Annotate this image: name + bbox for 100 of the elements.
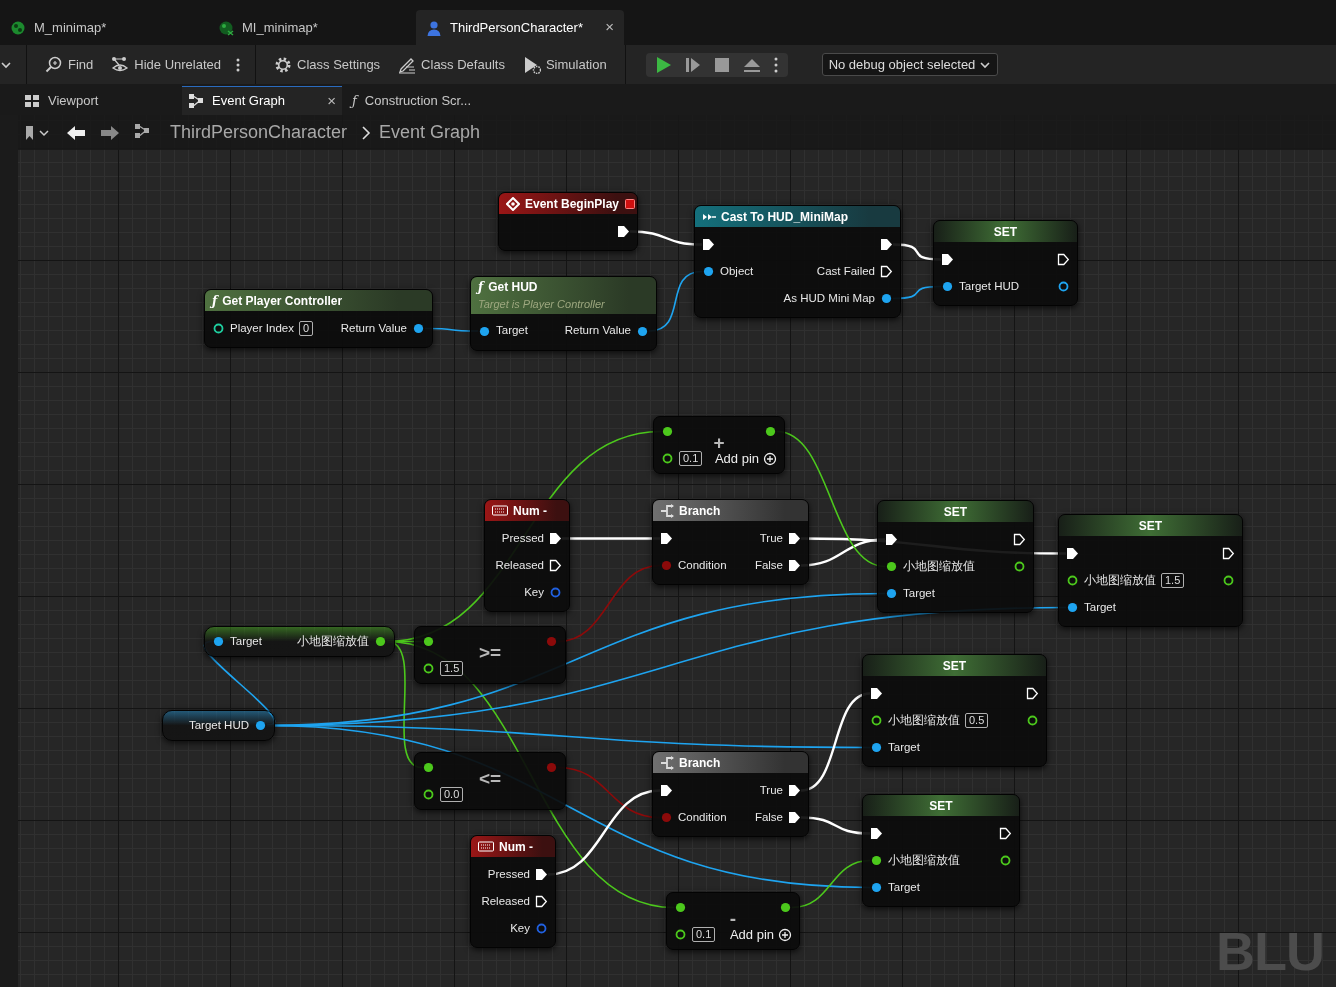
data-pin-icon[interactable] bbox=[1066, 601, 1079, 614]
debug-select[interactable]: No debug object selected bbox=[821, 52, 999, 77]
exec-pin-icon[interactable] bbox=[1013, 533, 1026, 546]
pin-label: 小地图缩放值 bbox=[888, 712, 960, 728]
stop-icon[interactable] bbox=[712, 55, 731, 74]
toolbar-button[interactable]: Simulation bbox=[518, 52, 611, 77]
data-pin-icon[interactable] bbox=[422, 662, 435, 675]
toolbar-button[interactable]: Class Settings bbox=[270, 52, 385, 77]
exec-pin-icon[interactable] bbox=[1026, 687, 1039, 700]
data-pin-icon[interactable] bbox=[870, 741, 883, 754]
exec-pin-icon[interactable] bbox=[1222, 547, 1235, 560]
play-icon[interactable] bbox=[654, 55, 673, 74]
value-field[interactable]: 1.5 bbox=[440, 661, 464, 676]
corner-label: BLU bbox=[1216, 920, 1324, 983]
file-tab[interactable]: ThirdPersonCharacter* × bbox=[416, 10, 624, 45]
pin-label: Pressed bbox=[487, 866, 530, 882]
exec-pin-icon[interactable] bbox=[880, 238, 893, 251]
exec-pin-icon[interactable] bbox=[885, 533, 898, 546]
data-pin-icon[interactable] bbox=[870, 714, 883, 727]
file-tab[interactable]: M_minimap* bbox=[0, 10, 208, 45]
editor-tab[interactable]: Viewport bbox=[18, 86, 178, 115]
toolbar-button[interactable]: Hide Unrelated bbox=[107, 52, 225, 77]
editor-tab[interactable]: ƒ Construction Scr... bbox=[346, 86, 506, 115]
data-pin-icon[interactable] bbox=[1222, 574, 1235, 587]
data-pin-icon[interactable] bbox=[422, 761, 435, 774]
data-pin-icon[interactable] bbox=[870, 881, 883, 894]
data-pin-icon[interactable] bbox=[478, 324, 491, 338]
data-pin-icon[interactable] bbox=[374, 635, 387, 648]
exec-pin-icon[interactable] bbox=[941, 253, 954, 266]
pin-label: 小地图缩放值 bbox=[297, 633, 369, 649]
editor-tab[interactable]: Event Graph × bbox=[182, 86, 342, 115]
file-tab[interactable]: MI_minimap* bbox=[208, 10, 416, 45]
data-pin-icon[interactable] bbox=[764, 425, 777, 438]
data-pin-icon[interactable] bbox=[999, 854, 1012, 867]
exec-pin-icon[interactable] bbox=[1066, 547, 1079, 560]
data-pin-icon[interactable] bbox=[941, 280, 954, 293]
breadcrumb-item[interactable]: ThirdPersonCharacter bbox=[170, 119, 348, 146]
data-pin-icon[interactable] bbox=[1057, 280, 1070, 293]
exec-pin-icon[interactable] bbox=[999, 827, 1012, 840]
pin-label: Target bbox=[230, 633, 262, 649]
forward-arrow-icon[interactable] bbox=[100, 124, 120, 141]
toolbar-button[interactable]: Class Defaults bbox=[394, 52, 509, 77]
exec-pin-icon[interactable] bbox=[1057, 253, 1070, 266]
exec-pin-icon[interactable] bbox=[660, 784, 673, 797]
data-pin-icon[interactable] bbox=[661, 425, 674, 438]
data-pin-icon[interactable] bbox=[661, 452, 674, 465]
exec-pin-icon[interactable] bbox=[617, 225, 630, 238]
exec-pin-icon[interactable] bbox=[880, 265, 893, 278]
exec-pin-icon[interactable] bbox=[788, 811, 801, 824]
data-pin-icon[interactable] bbox=[1066, 574, 1079, 587]
data-pin-icon[interactable] bbox=[422, 788, 435, 801]
back-arrow-icon[interactable] bbox=[66, 124, 86, 141]
data-pin-icon[interactable] bbox=[885, 587, 898, 600]
pin-label: Target HUD bbox=[188, 717, 249, 733]
material-icon bbox=[10, 19, 26, 36]
value-field[interactable]: 0 bbox=[298, 321, 314, 336]
delegate-pin-icon[interactable] bbox=[624, 197, 637, 210]
data-pin-icon[interactable] bbox=[422, 635, 435, 648]
exec-pin-icon[interactable] bbox=[702, 238, 715, 251]
pin-label: Target bbox=[496, 323, 528, 339]
value-field[interactable]: 0.5 bbox=[965, 713, 989, 728]
exec-pin-icon[interactable] bbox=[660, 532, 673, 545]
data-pin-icon[interactable] bbox=[674, 928, 687, 941]
toolbar-button[interactable]: Find bbox=[41, 52, 98, 77]
exec-pin-icon[interactable] bbox=[788, 784, 801, 797]
close-button[interactable]: × bbox=[327, 89, 336, 113]
data-pin-icon[interactable] bbox=[674, 901, 687, 914]
data-pin-icon[interactable] bbox=[212, 635, 225, 648]
data-pin-icon[interactable] bbox=[254, 719, 267, 732]
pin-label: Return Value bbox=[564, 323, 631, 339]
exec-pin-icon[interactable] bbox=[788, 532, 801, 545]
more-icon[interactable] bbox=[772, 55, 779, 74]
exec-pin-icon[interactable] bbox=[870, 827, 883, 840]
data-pin-icon[interactable] bbox=[880, 292, 893, 305]
value-field[interactable]: 0.1 bbox=[692, 927, 716, 942]
data-pin-icon[interactable] bbox=[702, 265, 715, 278]
exec-pin-icon[interactable] bbox=[788, 559, 801, 572]
exec-pin-icon[interactable] bbox=[549, 532, 562, 545]
data-pin-icon[interactable] bbox=[636, 324, 649, 338]
close-button[interactable]: × bbox=[605, 16, 614, 39]
value-field[interactable]: 1.5 bbox=[1161, 573, 1185, 588]
exec-pin-icon[interactable] bbox=[870, 687, 883, 700]
exec-pin-icon[interactable] bbox=[535, 895, 548, 908]
data-pin-icon[interactable] bbox=[885, 560, 898, 573]
breadcrumb-item[interactable]: Event Graph bbox=[379, 119, 481, 146]
value-field[interactable]: 0.1 bbox=[679, 451, 703, 466]
data-pin-icon[interactable] bbox=[779, 901, 792, 914]
data-pin-icon[interactable] bbox=[870, 854, 883, 867]
exec-pin-icon[interactable] bbox=[535, 868, 548, 881]
step-icon[interactable] bbox=[684, 55, 701, 74]
person-icon bbox=[426, 19, 442, 36]
bookmark-icon[interactable] bbox=[24, 124, 52, 141]
data-pin-icon[interactable] bbox=[412, 322, 425, 335]
exec-pin-icon[interactable] bbox=[549, 559, 562, 572]
value-field[interactable]: 0.0 bbox=[440, 787, 464, 802]
pin-label: 小地图缩放值 bbox=[888, 852, 960, 868]
data-pin-icon[interactable] bbox=[1013, 560, 1026, 573]
data-pin-icon[interactable] bbox=[1026, 714, 1039, 727]
more-icon[interactable] bbox=[235, 56, 241, 73]
data-pin-icon[interactable] bbox=[212, 322, 225, 335]
